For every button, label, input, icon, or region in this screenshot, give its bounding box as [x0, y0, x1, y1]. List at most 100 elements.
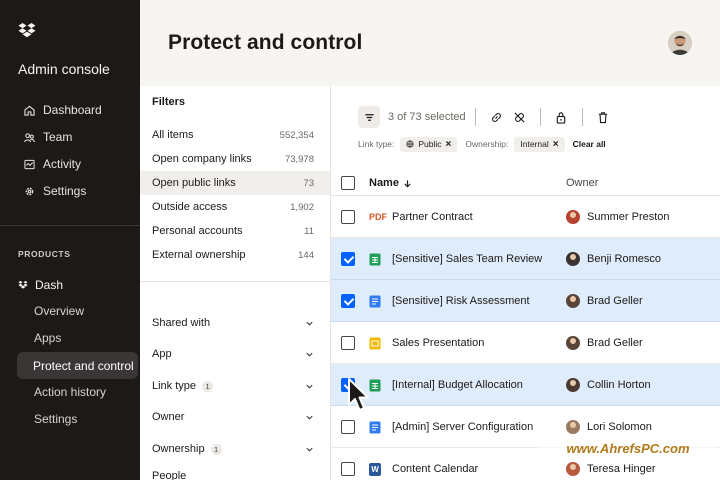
link-type-chip[interactable]: Public ×	[400, 136, 458, 152]
filter-count: 73,978	[284, 153, 314, 165]
owner-cell: Lori Solomon	[566, 420, 652, 434]
delete-button[interactable]	[597, 111, 610, 124]
watermark: www.AhrefsPC.com	[538, 437, 718, 459]
filters-title: Filters	[152, 96, 186, 108]
owner-cell: Teresa Hinger	[566, 462, 655, 476]
presentation-file-icon	[369, 337, 381, 350]
active-filter-chips: Link type: Public × Ownership: Internal …	[358, 136, 606, 152]
team-icon	[24, 132, 35, 142]
dropdown-shared-with[interactable]: Shared with	[152, 314, 314, 332]
owner-name: Brad Geller	[587, 337, 643, 349]
link-button[interactable]	[490, 111, 503, 124]
selection-toolbar: 3 of 73 selected	[358, 105, 615, 129]
owner-cell: Brad Geller	[566, 294, 643, 308]
file-name: [Sensitive] Risk Assessment	[392, 295, 530, 307]
clear-all-button[interactable]: Clear all	[573, 139, 606, 149]
sidebar-item-team[interactable]: Team	[24, 126, 72, 148]
sidebar-item-activity[interactable]: Activity	[24, 153, 81, 175]
row-checkbox[interactable]	[341, 294, 355, 308]
owner-cell: Collin Horton	[566, 378, 651, 392]
table-row[interactable]: [Sensitive] Risk Assessment Brad Geller	[331, 280, 720, 322]
main-panel: 3 of 73 selected Link type: Public × Own…	[331, 86, 720, 480]
select-all-checkbox[interactable]	[341, 176, 355, 190]
filter-all-items[interactable]: All items 552,354	[140, 123, 330, 147]
chevron-down-icon	[306, 447, 313, 452]
spreadsheet-file-icon	[369, 253, 381, 266]
column-header-name[interactable]: Name	[369, 177, 412, 189]
owner-cell: Benji Romesco	[566, 252, 661, 266]
pdf-file-icon: PDF	[369, 212, 387, 222]
sidebar-item-dash[interactable]: Dash	[18, 276, 63, 294]
table-row[interactable]: [Internal] Budget Allocation Collin Hort…	[331, 364, 720, 406]
owner-cell: Brad Geller	[566, 336, 643, 350]
document-file-icon	[369, 421, 381, 434]
filters-divider	[140, 281, 330, 282]
mouse-cursor-icon	[348, 378, 369, 411]
arrow-down-icon	[404, 179, 411, 187]
dropdown-link-type[interactable]: Link type 1	[152, 377, 314, 395]
filter-external-ownership[interactable]: External ownership 144	[140, 243, 330, 267]
link-type-label: Link type:	[358, 139, 395, 149]
filter-open-company-links[interactable]: Open company links 73,978	[140, 147, 330, 171]
activity-icon	[24, 159, 35, 169]
avatar	[566, 462, 580, 476]
dropdown-ownership[interactable]: Ownership 1	[152, 440, 314, 458]
sidebar-subitem-action-history[interactable]: Action history	[34, 382, 106, 402]
table-row[interactable]: PDF Partner Contract Summer Preston	[331, 196, 720, 238]
filter-personal-accounts[interactable]: Personal accounts 11	[140, 219, 330, 243]
filter-label: All items	[152, 129, 194, 141]
dropbox-logo-icon[interactable]	[18, 22, 36, 40]
watermark-text: www.AhrefsPC.com	[566, 440, 690, 456]
unlink-icon	[514, 111, 525, 123]
dropdown-people[interactable]: People	[152, 470, 314, 480]
unlink-button[interactable]	[513, 111, 526, 124]
close-icon[interactable]: ×	[553, 139, 559, 150]
ownership-label: Ownership:	[465, 139, 509, 149]
dropdown-label: Shared with	[152, 317, 211, 329]
toolbar-divider	[474, 108, 476, 126]
table-row[interactable]: Sales Presentation Brad Geller	[331, 322, 720, 364]
row-checkbox[interactable]	[341, 462, 355, 476]
dropdown-label: Owner	[152, 411, 185, 423]
sidebar-subitem-settings[interactable]: Settings	[34, 409, 77, 429]
row-checkbox[interactable]	[341, 252, 355, 266]
sidebar-item-dashboard[interactable]: Dashboard	[24, 99, 102, 121]
filter-outside-access[interactable]: Outside access 1,902	[140, 195, 330, 219]
filters-panel: Filters All items 552,354 Open company l…	[140, 86, 331, 480]
table-row[interactable]: [Sensitive] Sales Team Review Benji Rome…	[331, 238, 720, 280]
filter-count: 73	[303, 177, 314, 189]
row-checkbox[interactable]	[341, 336, 355, 350]
chevron-down-icon	[306, 415, 313, 420]
sidebar-subitem-overview[interactable]: Overview	[34, 301, 84, 321]
filter-open-public-links[interactable]: Open public links 73	[140, 171, 330, 195]
sidebar-subitem-apps[interactable]: Apps	[34, 328, 61, 348]
filter-toggle-button[interactable]	[358, 106, 380, 128]
avatar	[566, 252, 580, 266]
filter-lines-icon	[364, 113, 374, 121]
dropdown-owner[interactable]: Owner	[152, 408, 314, 426]
row-checkbox[interactable]	[341, 420, 355, 434]
lock-button[interactable]	[555, 111, 568, 124]
sidebar-item-label: Dashboard	[43, 103, 102, 117]
avatar	[566, 420, 580, 434]
sidebar-subitem-protect-and-control[interactable]: Protect and control	[17, 352, 138, 379]
table-header: Name Owner	[331, 172, 720, 194]
close-icon[interactable]: ×	[446, 139, 452, 150]
ownership-chip[interactable]: Internal ×	[514, 136, 565, 152]
toolbar-divider	[539, 108, 541, 126]
row-checkbox[interactable]	[341, 210, 355, 224]
dropdown-label: People	[152, 470, 187, 480]
avatar	[566, 294, 580, 308]
dropdown-app[interactable]: App	[152, 345, 314, 363]
sidebar-item-settings[interactable]: Settings	[24, 180, 86, 202]
user-avatar[interactable]	[668, 31, 692, 55]
owner-name: Summer Preston	[587, 211, 670, 223]
document-file-icon	[369, 295, 381, 308]
column-label: Name	[369, 177, 399, 189]
chevron-down-icon	[306, 384, 313, 389]
file-name: Sales Presentation	[392, 337, 485, 349]
filter-count-badge: 1	[210, 443, 222, 455]
dropdown-label: Ownership	[152, 443, 205, 455]
column-header-owner[interactable]: Owner	[566, 177, 598, 189]
chevron-down-icon	[306, 352, 313, 357]
